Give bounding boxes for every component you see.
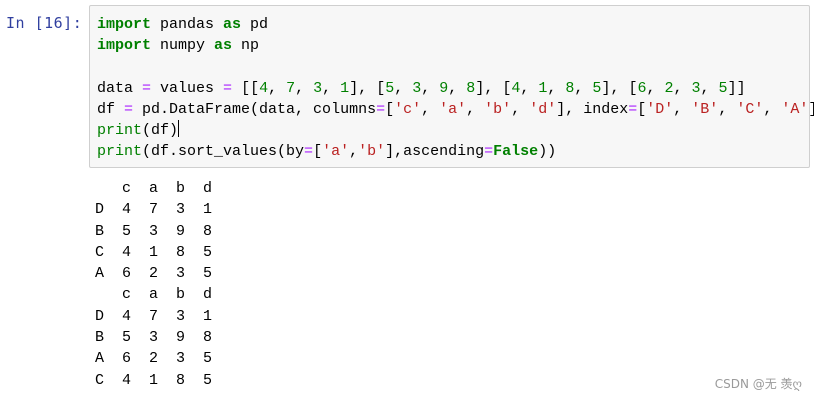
output-line: B 5 3 9 8 <box>95 222 213 240</box>
text-cursor <box>178 120 180 138</box>
code-cell-input[interactable]: import pandas as pd import numpy as np d… <box>89 5 814 168</box>
output-line: D 4 7 3 1 <box>95 307 213 325</box>
code-editor[interactable]: import pandas as pd import numpy as np d… <box>97 14 814 162</box>
watermark: CSDN @无 羡ღ <box>714 377 802 391</box>
output-line: c a b d <box>95 286 213 304</box>
output-line: c a b d <box>95 180 213 197</box>
input-prompt: In [16]: <box>6 14 83 32</box>
code-line: df = pd.DataFrame(data, columns=['c', 'a… <box>97 100 814 118</box>
output-line: B 5 3 9 8 <box>95 329 213 347</box>
output-line: C 4 1 8 5 <box>95 243 213 261</box>
output-line: A 6 2 3 5 <box>95 265 213 283</box>
code-line: import pandas as pd <box>97 16 269 33</box>
cell-output: c a b d D 4 7 3 1 B 5 3 9 8 C 4 1 8 5 A … <box>95 178 212 391</box>
output-line: A 6 2 3 5 <box>95 350 213 368</box>
code-line: import numpy as np <box>97 37 260 55</box>
code-line: data = values = [[4, 7, 3, 1], [5, 3, 9,… <box>97 79 746 97</box>
code-line: print(df) <box>97 120 180 140</box>
output-line: D 4 7 3 1 <box>95 201 213 219</box>
output-line: C 4 1 8 5 <box>95 371 213 389</box>
code-line: print(df.sort_values(by=['a','b'],ascend… <box>97 143 557 161</box>
